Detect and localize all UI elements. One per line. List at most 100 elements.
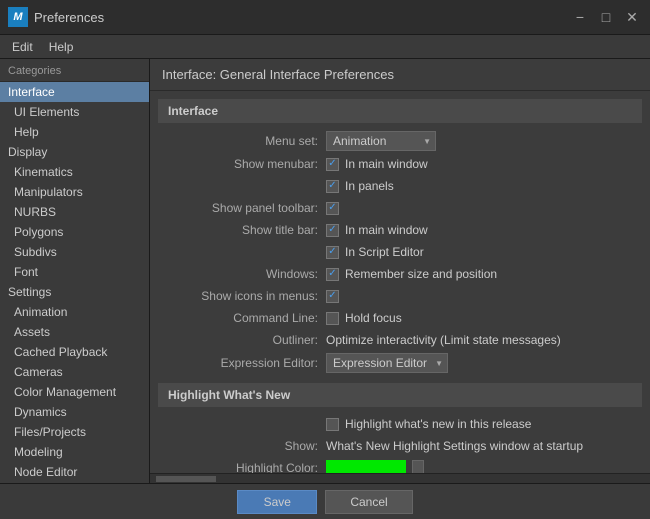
- checkbox-show-icons[interactable]: [326, 290, 339, 303]
- sidebar-item-kinematics[interactable]: Kinematics: [0, 162, 149, 182]
- sidebar-item-animation[interactable]: Animation: [0, 302, 149, 322]
- chevron-down-icon: ▼: [423, 137, 431, 146]
- form-row-panel-toolbar: Show panel toolbar:: [158, 197, 642, 219]
- checkbox-titlebar-main-window[interactable]: [326, 224, 339, 237]
- sidebar-item-display[interactable]: Display: [0, 142, 149, 162]
- sidebar-header: Categories: [0, 59, 149, 82]
- text-show-highlight: What's New Highlight Settings window at …: [326, 439, 583, 453]
- main-layout: Categories Interface UI Elements Help Di…: [0, 59, 650, 483]
- dropdown-expression-editor-value: Expression Editor: [333, 356, 427, 370]
- control-expression-editor: Expression Editor ▼: [326, 353, 634, 373]
- h-scrollbar-thumb[interactable]: [156, 476, 216, 482]
- app-icon: M: [8, 7, 28, 27]
- content-area: Interface: General Interface Preferences…: [150, 59, 650, 483]
- form-row-highlight-release: Highlight what's new in this release: [158, 413, 642, 435]
- label-show-highlight: Show:: [166, 439, 326, 453]
- maximize-button[interactable]: □: [596, 7, 616, 27]
- label-in-main-window: In main window: [345, 157, 428, 171]
- form-row-menu-set: Menu set: Animation ▼: [158, 129, 642, 153]
- sidebar-item-rendering[interactable]: Rendering: [0, 482, 149, 483]
- control-panel-toolbar: [326, 202, 634, 215]
- save-button[interactable]: Save: [237, 490, 317, 514]
- sidebar-item-modeling[interactable]: Modeling: [0, 442, 149, 462]
- control-show-highlight: What's New Highlight Settings window at …: [326, 439, 634, 453]
- label-outliner: Outliner:: [166, 333, 326, 347]
- window-title: Preferences: [34, 10, 570, 25]
- label-menu-set: Menu set:: [166, 134, 326, 148]
- checkbox-remember-size[interactable]: [326, 268, 339, 281]
- checkbox-menubar-main-window[interactable]: [326, 158, 339, 171]
- sidebar-item-files-projects[interactable]: Files/Projects: [0, 422, 149, 442]
- title-bar: M Preferences − □ ✕: [0, 0, 650, 35]
- form-row-show-titlebar: Show title bar: In main window: [158, 219, 642, 241]
- form-row-show-menubar-panels: In panels: [158, 175, 642, 197]
- checkbox-highlight-release[interactable]: [326, 418, 339, 431]
- form-row-show-highlight: Show: What's New Highlight Settings wind…: [158, 435, 642, 457]
- content-header: Interface: General Interface Preferences: [150, 59, 650, 91]
- checkbox-titlebar-script-editor[interactable]: [326, 246, 339, 259]
- sidebar-item-settings[interactable]: Settings: [0, 282, 149, 302]
- color-swatch-end: [412, 460, 424, 473]
- label-highlight-release: Highlight what's new in this release: [345, 417, 531, 431]
- dropdown-expression-editor[interactable]: Expression Editor ▼: [326, 353, 448, 373]
- chevron-down-icon-2: ▼: [435, 359, 443, 368]
- sidebar-item-manipulators[interactable]: Manipulators: [0, 182, 149, 202]
- sidebar-item-dynamics[interactable]: Dynamics: [0, 402, 149, 422]
- sidebar-item-help[interactable]: Help: [0, 122, 149, 142]
- menu-edit[interactable]: Edit: [4, 38, 41, 56]
- sidebar-item-ui-elements[interactable]: UI Elements: [0, 102, 149, 122]
- section-highlight: Highlight What's New Highlight what's ne…: [158, 383, 642, 473]
- dropdown-menu-set[interactable]: Animation ▼: [326, 131, 436, 151]
- section-header-interface: Interface: [158, 99, 642, 123]
- label-show-icons: Show icons in menus:: [166, 289, 326, 303]
- sidebar-item-color-management[interactable]: Color Management: [0, 382, 149, 402]
- form-row-windows: Windows: Remember size and position: [158, 263, 642, 285]
- form-row-highlight-color: Highlight Color:: [158, 457, 642, 473]
- checkbox-hold-focus[interactable]: [326, 312, 339, 325]
- horizontal-scrollbar[interactable]: [150, 473, 650, 483]
- label-remember-size: Remember size and position: [345, 267, 497, 281]
- checkbox-panel-toolbar[interactable]: [326, 202, 339, 215]
- label-in-script-editor: In Script Editor: [345, 245, 424, 259]
- sidebar-item-nurbs[interactable]: NURBS: [0, 202, 149, 222]
- sidebar-item-assets[interactable]: Assets: [0, 322, 149, 342]
- form-row-outliner: Outliner: Optimize interactivity (Limit …: [158, 329, 642, 351]
- control-titlebar-main: In main window: [326, 223, 634, 237]
- sidebar-list: Interface UI Elements Help Display Kinem…: [0, 82, 149, 483]
- sidebar-item-node-editor[interactable]: Node Editor: [0, 462, 149, 482]
- sidebar-item-cameras[interactable]: Cameras: [0, 362, 149, 382]
- content-scroll: Interface Menu set: Animation ▼ Show men…: [150, 91, 650, 473]
- cancel-button[interactable]: Cancel: [325, 490, 412, 514]
- control-show-icons: [326, 290, 634, 303]
- sidebar-item-interface[interactable]: Interface: [0, 82, 149, 102]
- label-show-menubar: Show menubar:: [166, 157, 326, 171]
- label-command-line: Command Line:: [166, 311, 326, 325]
- form-row-show-titlebar-script: In Script Editor: [158, 241, 642, 263]
- maya-logo: M: [8, 7, 28, 27]
- minimize-button[interactable]: −: [570, 7, 590, 27]
- menu-help[interactable]: Help: [41, 38, 82, 56]
- label-highlight-color: Highlight Color:: [166, 461, 326, 473]
- label-titlebar-main-window: In main window: [345, 223, 428, 237]
- label-in-panels: In panels: [345, 179, 394, 193]
- label-hold-focus: Hold focus: [345, 311, 402, 325]
- control-windows: Remember size and position: [326, 267, 634, 281]
- sidebar-item-font[interactable]: Font: [0, 262, 149, 282]
- control-outliner: Optimize interactivity (Limit state mess…: [326, 333, 634, 347]
- label-windows: Windows:: [166, 267, 326, 281]
- checkbox-menubar-panels[interactable]: [326, 180, 339, 193]
- label-panel-toolbar: Show panel toolbar:: [166, 201, 326, 215]
- control-highlight-color: [326, 460, 634, 473]
- sidebar: Categories Interface UI Elements Help Di…: [0, 59, 150, 483]
- sidebar-item-subdivs[interactable]: Subdivs: [0, 242, 149, 262]
- sidebar-item-polygons[interactable]: Polygons: [0, 222, 149, 242]
- section-interface: Interface Menu set: Animation ▼ Show men…: [158, 99, 642, 375]
- sidebar-item-cached-playback[interactable]: Cached Playback: [0, 342, 149, 362]
- label-show-titlebar: Show title bar:: [166, 223, 326, 237]
- color-swatch-highlight[interactable]: [326, 460, 406, 473]
- form-row-show-menubar: Show menubar: In main window: [158, 153, 642, 175]
- control-command-line: Hold focus: [326, 311, 634, 325]
- control-menu-set: Animation ▼: [326, 131, 634, 151]
- close-button[interactable]: ✕: [622, 7, 642, 27]
- form-row-command-line: Command Line: Hold focus: [158, 307, 642, 329]
